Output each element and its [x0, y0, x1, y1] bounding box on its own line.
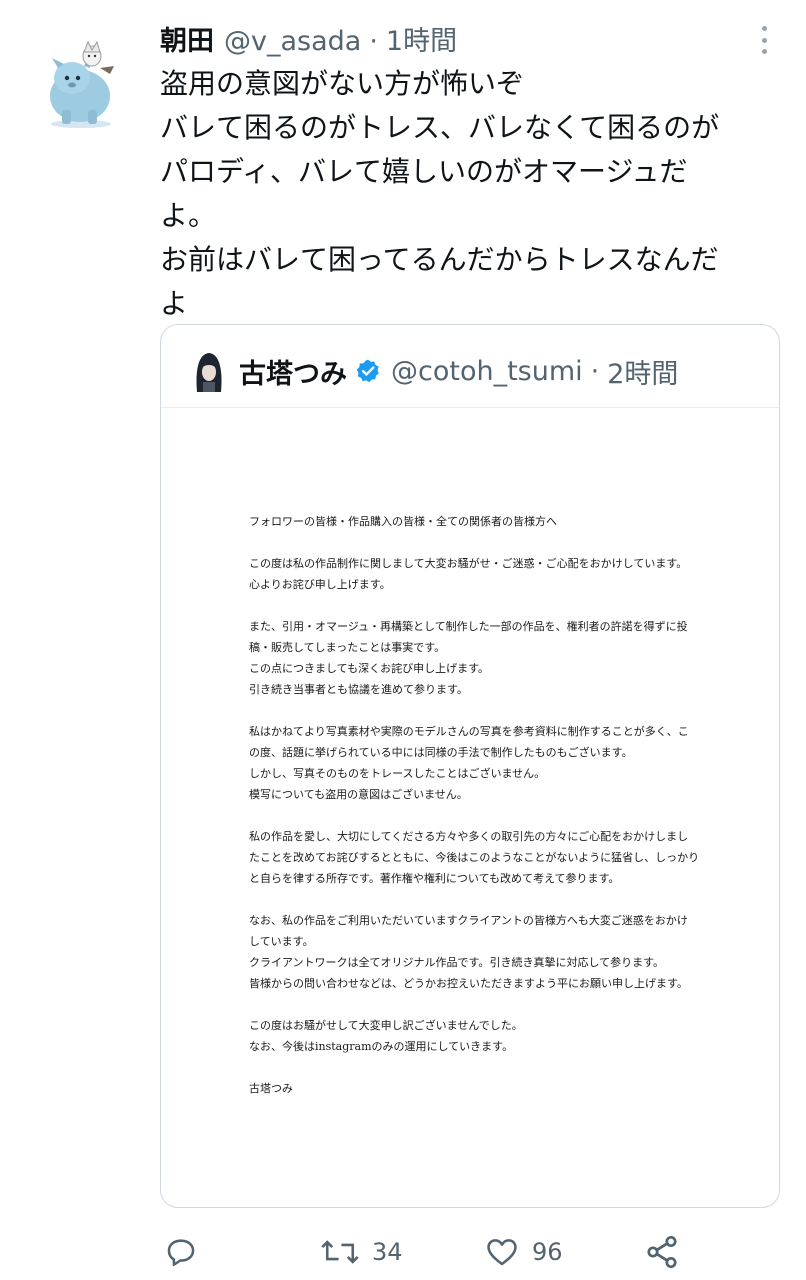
letter-line: なお、私の作品をご利用いただいていますクライアントの皆様方へも大変ご迷惑をおかけ [249, 914, 688, 927]
more-options-icon[interactable] [752, 26, 776, 54]
letter-paragraph: この度は私の作品制作に関しまして大変お騒がせ・ご迷惑・ご心配をおかけしています。… [249, 553, 719, 595]
letter-line: しかし、写真そのものをトレースしたことはございません。 [249, 767, 546, 780]
separator-dot: · [369, 26, 378, 57]
tweet-text-line: よ [160, 287, 189, 320]
tweet-text: 盗用の意図がない方が怖いぞ バレて困るのがトレス、バレなくて困るのが パロディ、… [160, 62, 770, 326]
tweet-text-line: よ。 [160, 199, 217, 232]
share-button[interactable] [644, 1228, 692, 1276]
like-button[interactable]: 96 [484, 1228, 563, 1276]
quoted-tweet-header: 古塔つみ @cotoh_tsumi · 2時間 [191, 347, 678, 395]
retweet-button[interactable]: 34 [320, 1228, 403, 1276]
letter-line: 模写についても盗用の意図はございません。 [249, 788, 468, 801]
letter-line: 稿・販売してしまったことは事実です。 [249, 641, 446, 654]
separator-dot: · [590, 355, 600, 387]
letter-line: の度、話題に挙げられている中には同様の手法で制作したものもございます。 [249, 746, 633, 759]
tweet-text-line: お前はバレて困ってるんだからトレスなんだ [160, 243, 719, 276]
verified-badge-icon [356, 359, 379, 383]
letter-line: また、引用・オマージュ・再構築として制作した一部の作品を、権利者の許諾を得ずに投 [249, 620, 688, 633]
quoted-tweet-card[interactable]: 古塔つみ @cotoh_tsumi · 2時間 フォロワーの皆様・作品購入の皆様… [160, 324, 780, 1208]
letter-line: たことを改めてお詫びするとともに、今後はこのようなことがないように猛省し、しっか… [249, 851, 700, 864]
letter-paragraph: また、引用・オマージュ・再構築として制作した一部の作品を、権利者の許諾を得ずに投… [249, 616, 719, 700]
tweet-actions-bar: 34 96 [160, 1228, 780, 1276]
letter-line: 古塔つみ [249, 1082, 293, 1095]
letter-paragraph: 古塔つみ [249, 1078, 719, 1099]
attached-image-border [161, 407, 779, 408]
tweet-header: 朝田 @v_asada · 1時間 [160, 24, 457, 60]
heart-icon [487, 1239, 517, 1266]
author-handle[interactable]: @v_asada [224, 24, 361, 60]
letter-line: と自らを律する所存です。著作権や権利についても改めて考えて参ります。 [249, 872, 620, 885]
letter-paragraph: なお、私の作品をご利用いただいていますクライアントの皆様方へも大変ご迷惑をおかけ… [249, 910, 719, 994]
letter-line: この点につきましても深くお詫び申し上げます。 [249, 662, 490, 675]
retweet-count: 34 [372, 1238, 403, 1266]
share-icon [647, 1235, 677, 1269]
letter-line: この度はお騒がせして大変申し訳ございませんでした。 [249, 1019, 523, 1032]
letter-line: 私の作品を愛し、大切にしてくださる方々や多くの取引先の方々にご心配をおかけしまし [249, 830, 689, 843]
tweet-timestamp[interactable]: 1時間 [386, 24, 457, 60]
quoted-author-avatar[interactable] [191, 348, 227, 394]
reply-button[interactable] [164, 1228, 210, 1276]
letter-paragraph: この度はお騒がせして大変申し訳ございませんでした。 なお、今後はinstagram… [249, 1015, 719, 1057]
letter-line: この度は私の作品制作に関しまして大変お騒がせ・ご迷惑・ご心配をおかけしています。 [249, 557, 688, 570]
letter-paragraph: 私はかねてより写真素材や実際のモデルさんの写真を参考資料に制作することが多く、こ… [249, 721, 719, 805]
letter-paragraph: 私の作品を愛し、大切にしてくださる方々や多くの取引先の方々にご心配をおかけしまし… [249, 826, 719, 889]
quoted-author-handle[interactable]: @cotoh_tsumi [391, 356, 583, 387]
letter-line: 心よりお詫び申し上げます。 [249, 578, 391, 591]
quoted-author-name[interactable]: 古塔つみ [239, 352, 347, 391]
letter-line: クライアントワークは全てオリジナル作品です。引き続き真摯に対応して参ります。 [249, 956, 665, 969]
tweet-text-line: 盗用の意図がない方が怖いぞ [160, 67, 525, 100]
like-count: 96 [532, 1238, 563, 1266]
letter-line: 私はかねてより写真素材や実際のモデルさんの写真を参考資料に制作することが多く、こ [249, 725, 689, 738]
retweet-icon [321, 1240, 359, 1264]
letter-line: 皆様からの問い合わせなどは、どうかお控えいただきますよう平にお願い申し上げます。 [249, 977, 688, 990]
letter-line: しています。 [249, 935, 314, 948]
apology-letter-image[interactable]: フォロワーの皆様・作品購入の皆様・全ての関係者の皆様方へこの度は私の作品制作に関… [249, 511, 719, 1120]
author-name[interactable]: 朝田 [160, 24, 214, 60]
letter-line: 引き続き当事者とも協議を進めて参ります。 [249, 683, 468, 696]
tweet-text-line: パロディ、バレて嬉しいのがオマージュだ [160, 155, 688, 188]
letter-line: なお、今後はinstagramのみの運用にしていきます。 [249, 1040, 514, 1053]
quoted-tweet-timestamp[interactable]: 2時間 [607, 352, 678, 391]
tweet-text-line: バレて困るのがトレス、バレなくて困るのが [160, 111, 720, 144]
author-avatar[interactable] [40, 38, 122, 130]
letter-line: フォロワーの皆様・作品購入の皆様・全ての関係者の皆様方へ [249, 515, 557, 528]
reply-icon [167, 1239, 195, 1267]
letter-paragraph: フォロワーの皆様・作品購入の皆様・全ての関係者の皆様方へ [249, 511, 719, 532]
